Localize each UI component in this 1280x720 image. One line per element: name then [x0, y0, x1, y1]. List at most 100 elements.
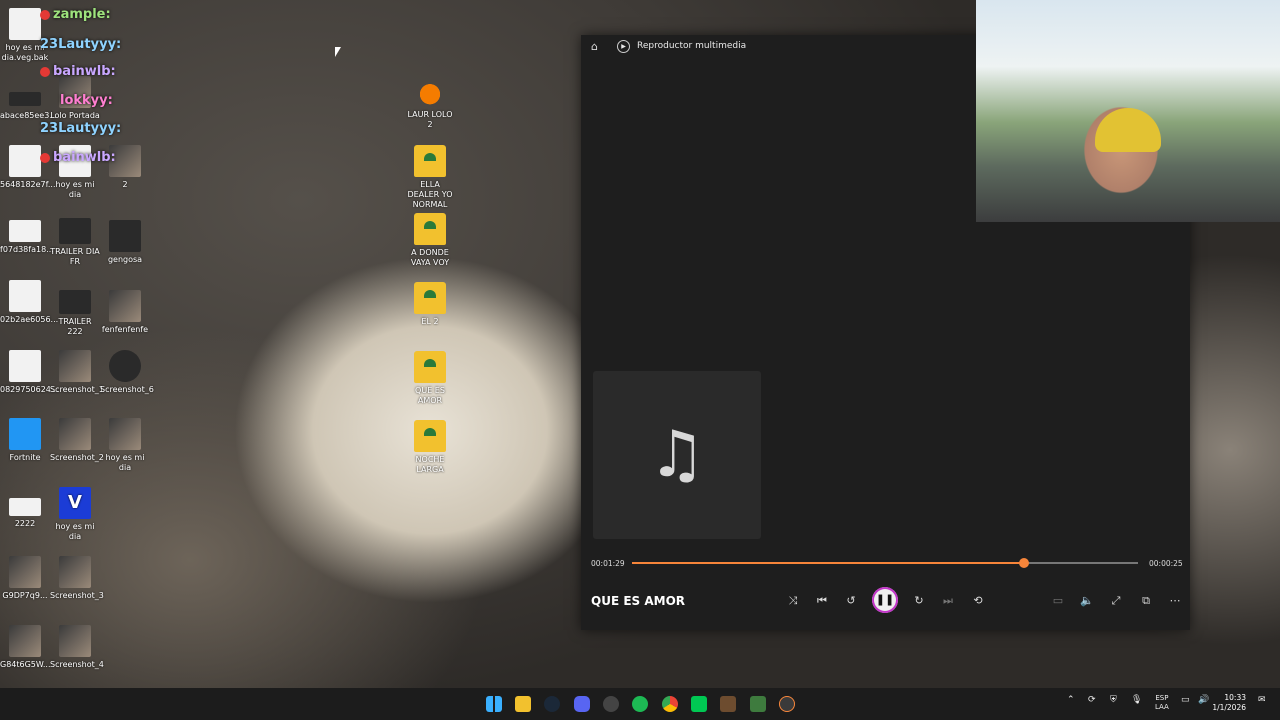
app-icon[interactable]	[750, 696, 766, 712]
next-icon[interactable]: ⏭	[937, 592, 959, 610]
volume-icon[interactable]: 🔈	[1076, 592, 1098, 610]
desktop-icon[interactable]: EL 2	[405, 282, 455, 327]
media-player-taskbar-icon[interactable]	[779, 696, 795, 712]
desktop-icon[interactable]: TRAILER 222	[50, 290, 100, 337]
fortnite-icon	[9, 418, 41, 450]
previous-icon[interactable]: ⏮	[811, 592, 833, 610]
desktop-icon[interactable]: Screenshot_2	[50, 418, 104, 463]
desktop-icon[interactable]: Fortnite	[0, 418, 50, 463]
desktop-icon[interactable]: QUE ES AMOR	[405, 351, 455, 406]
audio-file-icon	[9, 92, 41, 106]
desktop-icon[interactable]: gengosa	[100, 220, 150, 265]
badge-icon	[40, 152, 50, 163]
image-file-icon	[59, 556, 91, 588]
desktop-icon[interactable]: A DONDE VAYA VOY	[405, 213, 455, 268]
badge-icon	[40, 66, 50, 77]
minecraft-icon[interactable]	[720, 696, 736, 712]
desktop-icon[interactable]: Vhoy es mi dia	[50, 487, 100, 542]
folder-icon	[414, 145, 446, 177]
network-icon[interactable]: ▭	[1181, 695, 1190, 705]
image-file-icon	[109, 418, 141, 450]
file-explorer-icon[interactable]	[515, 696, 531, 712]
more-icon[interactable]: ⋯	[1164, 592, 1186, 610]
folder-icon	[414, 282, 446, 314]
obs-icon[interactable]	[603, 696, 619, 712]
image-file-icon	[9, 350, 41, 382]
image-file-icon	[59, 625, 91, 657]
image-file-icon	[109, 290, 141, 322]
notification-icon[interactable]: ✉	[1258, 695, 1266, 705]
album-art: ♫	[593, 371, 761, 539]
home-icon[interactable]: ⌂	[591, 40, 605, 53]
rewind-10-icon[interactable]: ↺	[840, 592, 862, 610]
remaining-time: 00:00:25	[1149, 559, 1183, 568]
mouse-cursor-icon	[335, 47, 341, 57]
start-icon[interactable]	[486, 696, 502, 712]
image-file-icon	[109, 350, 141, 382]
forward-30-icon[interactable]: ↻	[908, 592, 930, 610]
video-file-icon	[59, 218, 91, 244]
media-player-app-icon: ▶	[617, 39, 630, 53]
shuffle-icon[interactable]: ⤨	[782, 592, 804, 610]
speaker-icon[interactable]: 🔊	[1198, 695, 1209, 705]
desktop-icon[interactable]: hoy es mi dia	[100, 418, 150, 473]
seek-bar-thumb[interactable]	[1019, 558, 1030, 568]
cast-icon[interactable]: ⧉	[1135, 592, 1157, 610]
file-icon	[9, 498, 41, 516]
discord-icon[interactable]	[574, 696, 590, 712]
desktop-icon[interactable]: abace85ee3...	[0, 90, 57, 121]
image-file-icon	[59, 418, 91, 450]
taskbar: ⌃ ⟳ ⛨ 🎙 ESP LAA ▭ 🔊 10:33 1/1/2026 ✉	[0, 688, 1280, 720]
spotify-icon[interactable]	[632, 696, 648, 712]
desktop-icon[interactable]: Screenshot_3	[50, 556, 104, 601]
chat-message: 23Lautyyy:	[40, 121, 122, 136]
chat-message: bainwlb:	[40, 150, 116, 165]
desktop-icon[interactable]: Screenshot_6	[100, 350, 154, 395]
shield-icon[interactable]: ⛨	[1110, 695, 1117, 705]
chrome-icon[interactable]	[662, 696, 678, 712]
steam-icon[interactable]	[544, 696, 560, 712]
desktop-icon[interactable]: LAUR LOLO 2	[405, 75, 455, 130]
seek-bar-progress	[632, 562, 1025, 564]
file-icon	[9, 8, 41, 40]
chat-message: bainwlb:	[40, 64, 116, 79]
desktop-icon[interactable]: 02b2ae6056...	[0, 280, 58, 325]
vegas-icon: V	[59, 487, 91, 519]
desktop-icon[interactable]: ELLA DEALER YO NORMAL	[405, 145, 455, 210]
pause-icon[interactable]: ❚❚	[872, 587, 898, 613]
microphone-icon[interactable]: 🎙	[1131, 695, 1142, 705]
app-title: Reproductor multimedia	[637, 41, 747, 51]
image-file-icon	[109, 220, 141, 252]
miniplayer-icon[interactable]: ▭	[1047, 592, 1069, 610]
image-file-icon	[9, 625, 41, 657]
desktop-icon[interactable]: Screenshot_1	[50, 350, 104, 395]
repeat-off-icon[interactable]: ⟲	[967, 592, 989, 610]
desktop-icon[interactable]: 0829750624...	[0, 350, 59, 395]
desktop-icon[interactable]: TRAILER DIA FR	[50, 218, 100, 267]
badge-icon	[40, 9, 50, 20]
fl-studio-icon	[414, 75, 446, 107]
chat-message: zample:	[40, 7, 111, 22]
chevron-up-icon[interactable]: ⌃	[1067, 695, 1075, 705]
desktop-icon[interactable]: fenfenfenfe	[100, 290, 150, 335]
folder-icon	[414, 213, 446, 245]
desktop-icon[interactable]: G84t6G5W...	[0, 625, 51, 670]
song-title: QUE ES AMOR	[591, 594, 686, 608]
elapsed-time: 00:01:29	[591, 559, 625, 568]
desktop-icon[interactable]: 2222	[0, 498, 50, 529]
video-file-icon	[59, 290, 91, 314]
language-indicator[interactable]: ESP LAA	[1155, 694, 1169, 712]
desktop-icon[interactable]: G9DP7q9...	[0, 556, 50, 601]
sync-icon[interactable]: ⟳	[1088, 695, 1096, 705]
capcut-icon[interactable]	[691, 696, 707, 712]
chat-message: lokkyy:	[60, 93, 113, 108]
folder-icon	[414, 420, 446, 452]
image-file-icon	[9, 220, 41, 242]
seek-bar[interactable]	[632, 558, 1138, 568]
clock[interactable]: 10:33 1/1/2026	[1212, 693, 1246, 713]
folder-icon	[414, 351, 446, 383]
desktop-icon[interactable]: f07d38fa18...	[0, 220, 54, 255]
fullscreen-icon[interactable]: ⤢	[1105, 592, 1127, 610]
desktop-icon[interactable]: NOCHE LARGA	[405, 420, 455, 475]
desktop-icon[interactable]: Screenshot_4	[50, 625, 104, 670]
